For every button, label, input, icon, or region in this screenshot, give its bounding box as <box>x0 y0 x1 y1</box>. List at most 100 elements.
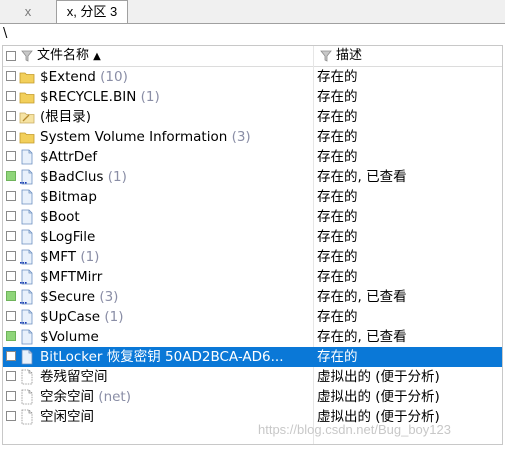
file-description: 虚拟出的 (便于分析) <box>317 369 440 385</box>
file-name-text: $MFTMirr <box>40 269 103 285</box>
column-header-name[interactable]: 文件名称 ▲ <box>37 46 101 66</box>
file-name-text: $UpCase <box>40 309 101 325</box>
file-description: 存在的 <box>317 189 358 205</box>
current-path: \ <box>3 26 8 41</box>
file-description: 存在的 <box>317 129 358 145</box>
file-name-text: 空闲空间 <box>40 409 94 425</box>
file-description: 存在的, 已查看 <box>317 329 407 345</box>
file-icon <box>19 329 35 345</box>
folder-icon <box>19 89 35 105</box>
column-header-desc[interactable]: 描述 <box>336 46 362 66</box>
file-name-text: $Extend <box>40 69 96 85</box>
file-name: $BadClus (1) <box>40 167 127 187</box>
row-checkbox[interactable] <box>6 191 16 201</box>
child-count: (1) <box>107 169 127 185</box>
child-count: (1) <box>80 249 100 265</box>
file-name-text: $Bitmap <box>40 189 97 205</box>
child-count: (3) <box>99 289 119 305</box>
file-name-text: $Secure <box>40 289 96 305</box>
table-row[interactable]: $Boot 存在的 <box>3 207 502 227</box>
file-name-text: $Boot <box>40 209 80 225</box>
file-name: $UpCase (1) <box>40 307 124 327</box>
tab-disk[interactable]: x <box>2 1 54 23</box>
folder-icon <box>19 69 35 85</box>
file-name-text: $Volume <box>40 329 99 345</box>
file-stream-icon <box>19 289 35 305</box>
file-description: 存在的 <box>317 349 358 365</box>
file-name: $MFT (1) <box>40 247 99 267</box>
select-all-checkbox[interactable] <box>6 51 16 61</box>
file-name-text: 空余空间 <box>40 389 94 405</box>
row-checkbox[interactable] <box>6 151 16 161</box>
root-folder-icon <box>19 109 35 125</box>
row-checkbox[interactable] <box>6 411 16 421</box>
row-checkbox[interactable] <box>6 291 16 301</box>
file-description: 虚拟出的 (便于分析) <box>317 389 440 405</box>
table-header: 文件名称 ▲ 描述 <box>3 46 502 67</box>
row-checkbox[interactable] <box>6 351 16 361</box>
row-checkbox[interactable] <box>6 371 16 381</box>
table-row[interactable]: $MFTMirr 存在的 <box>3 267 502 287</box>
file-name-text: $BadClus <box>40 169 104 185</box>
file-icon <box>19 209 35 225</box>
watermark: https://blog.csdn.net/Bug_boy123 <box>258 422 451 437</box>
file-icon <box>19 349 35 365</box>
file-name: (根目录) <box>40 107 91 127</box>
file-name-text: System Volume Information <box>40 129 228 145</box>
file-name-text: 卷残留空间 <box>40 369 108 385</box>
table-row[interactable]: $UpCase (1) 存在的 <box>3 307 502 327</box>
table-row[interactable]: $LogFile 存在的 <box>3 227 502 247</box>
file-description: 存在的 <box>317 229 358 245</box>
row-checkbox[interactable] <box>6 391 16 401</box>
folder-icon <box>19 129 35 145</box>
table-row[interactable]: (根目录) 存在的 <box>3 107 502 127</box>
row-checkbox[interactable] <box>6 331 16 341</box>
column-name-label: 文件名称 <box>37 48 90 63</box>
table-row[interactable]: $Secure (3) 存在的, 已查看 <box>3 287 502 307</box>
row-checkbox[interactable] <box>6 131 16 141</box>
file-name-text: $MFT <box>40 249 77 265</box>
row-checkbox[interactable] <box>6 251 16 261</box>
table-row[interactable]: $BadClus (1) 存在的, 已查看 <box>3 167 502 187</box>
file-description: 存在的 <box>317 69 358 85</box>
virtual-file-icon <box>19 409 35 425</box>
table-row[interactable]: BitLocker 恢复密钥 50AD2BCA-AD6... 存在的 <box>3 347 502 367</box>
table-row[interactable]: 卷残留空间 虚拟出的 (便于分析) <box>3 367 502 387</box>
child-count: (3) <box>231 129 251 145</box>
row-checkbox[interactable] <box>6 71 16 81</box>
file-description: 存在的 <box>317 269 358 285</box>
table-row[interactable]: $Extend (10) 存在的 <box>3 67 502 87</box>
row-checkbox[interactable] <box>6 111 16 121</box>
table-row[interactable]: $Bitmap 存在的 <box>3 187 502 207</box>
tab-bar: x x, 分区 3 <box>0 0 505 24</box>
filter-icon[interactable] <box>21 50 33 62</box>
table-row[interactable]: $MFT (1) 存在的 <box>3 247 502 267</box>
row-checkbox[interactable] <box>6 171 16 181</box>
row-checkbox[interactable] <box>6 231 16 241</box>
file-name: $RECYCLE.BIN (1) <box>40 87 160 107</box>
virtual-file-icon <box>19 369 35 385</box>
file-name: $Secure (3) <box>40 287 118 307</box>
file-stream-icon <box>19 269 35 285</box>
row-checkbox[interactable] <box>6 211 16 221</box>
file-name: 空闲空间 <box>40 407 94 427</box>
desc-filter-icon[interactable] <box>320 50 332 62</box>
file-name: $Bitmap <box>40 187 97 207</box>
table-row[interactable]: $AttrDef 存在的 <box>3 147 502 167</box>
child-count: (10) <box>100 69 128 85</box>
file-icon <box>19 229 35 245</box>
file-description: 存在的 <box>317 209 358 225</box>
file-name: $AttrDef <box>40 147 97 167</box>
row-checkbox[interactable] <box>6 311 16 321</box>
row-checkbox[interactable] <box>6 271 16 281</box>
table-row[interactable]: System Volume Information (3) 存在的 <box>3 127 502 147</box>
table-row[interactable]: 空余空间 (net) 虚拟出的 (便于分析) <box>3 387 502 407</box>
tab-partition-3[interactable]: x, 分区 3 <box>56 0 128 24</box>
file-list[interactable]: 文件名称 ▲ 描述 $Extend (10) 存在的 $RECYCLE.BIN (1… <box>2 45 503 445</box>
file-name: BitLocker 恢复密钥 50AD2BCA-AD6... <box>40 347 284 367</box>
file-name-text: $RECYCLE.BIN <box>40 89 137 105</box>
table-row[interactable]: $RECYCLE.BIN (1) 存在的 <box>3 87 502 107</box>
file-icon <box>19 149 35 165</box>
table-row[interactable]: $Volume 存在的, 已查看 <box>3 327 502 347</box>
row-checkbox[interactable] <box>6 91 16 101</box>
